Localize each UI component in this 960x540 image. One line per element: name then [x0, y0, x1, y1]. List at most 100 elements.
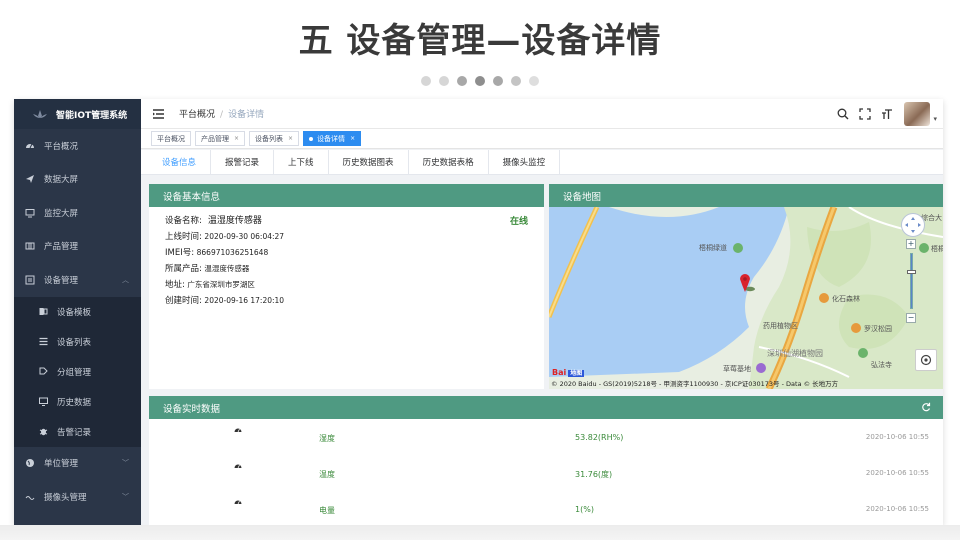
map-label: 梧桐绿道 — [699, 244, 727, 252]
map-label: 药用植物区 — [763, 322, 798, 330]
map-pan-control[interactable] — [901, 213, 925, 237]
sidebar-item-units[interactable]: 单位管理 ﹀ — [14, 447, 141, 481]
map-label: 罗汉松园 — [864, 325, 892, 333]
device-map-panel: 设备地图 综合大 梧桐绿道 梧桐 化石森林 罗汉松园 药用植物区 草莓基地 深圳… — [549, 184, 943, 389]
tab-online-offline[interactable]: 上下线 — [274, 150, 329, 174]
tag-products[interactable]: 产品管理 × — [195, 131, 246, 146]
map-label: 弘法寺 — [871, 361, 892, 369]
sidebar-subitem-list[interactable]: 设备列表 — [14, 327, 141, 357]
device-info-body: 在线 设备名称: 温湿度传感器 上线时间: 2020-09-30 06:04:27… — [149, 207, 544, 315]
device-icon — [24, 274, 35, 285]
info-value: 温湿度传感器 — [207, 216, 262, 226]
tab-camera-monitor[interactable]: 摄像头监控 — [489, 150, 561, 174]
tab-history-chart[interactable]: 历史数据图表 — [329, 150, 409, 174]
sidebar-subitem-group[interactable]: 分组管理 — [14, 357, 141, 387]
map-label: 深圳仙湖植物园 — [767, 349, 823, 358]
sidebar-item-products[interactable]: 产品管理 — [14, 230, 141, 264]
brand: 智能IOT管理系统 — [14, 99, 141, 129]
close-icon[interactable]: × — [350, 135, 355, 142]
info-value: 广东省深圳市罗湖区 — [187, 280, 255, 289]
header-actions: ▾ — [832, 99, 937, 129]
sidebar-item-label: 数据大屏 — [44, 175, 79, 186]
caret-down-icon[interactable]: ▾ — [933, 115, 937, 123]
baidu-logo-text: Bai — [552, 368, 567, 377]
slide-bottom-shadow — [0, 525, 960, 540]
close-icon[interactable]: × — [234, 135, 239, 142]
pager-dot[interactable] — [421, 76, 431, 86]
tab-history-table[interactable]: 历史数据表格 — [409, 150, 489, 174]
map-canvas[interactable]: 综合大 梧桐绿道 梧桐 化石森林 罗汉松园 药用植物区 草莓基地 深圳仙湖植物园… — [549, 207, 943, 389]
locate-icon — [920, 354, 932, 366]
pager-dot[interactable] — [529, 76, 539, 86]
zoom-in-button[interactable]: + — [906, 239, 916, 249]
locate-button[interactable] — [915, 349, 937, 371]
monitor-icon — [24, 207, 35, 218]
sidebar-subitem-history[interactable]: 历史数据 — [14, 387, 141, 417]
font-size-icon[interactable] — [880, 107, 894, 121]
globe-icon — [24, 458, 35, 469]
slide-pager-dots — [0, 76, 960, 88]
info-value: 866971036251648 — [196, 248, 269, 257]
realtime-name: 温度 — [319, 470, 335, 479]
baidu-logo-badge: 地图 — [568, 370, 585, 377]
sidebar-subitem-label: 历史数据 — [57, 397, 92, 408]
realtime-row: 温度 31.76(度) 2020-10-06 10:55 — [149, 455, 943, 491]
sidebar-item-cameras[interactable]: 摄像头管理 ﹀ — [14, 480, 141, 514]
menu-toggle-icon[interactable] — [153, 108, 165, 120]
gauge-icon — [234, 464, 242, 469]
active-dot-icon — [309, 136, 314, 141]
dashboard-icon — [24, 140, 35, 151]
info-row-created-time: 创建时间: 2020-09-16 17:20:10 — [165, 293, 528, 309]
search-icon[interactable] — [836, 107, 850, 121]
realtime-row: 电量 1(%) 2020-10-06 10:55 — [149, 491, 943, 525]
sidebar-subitem-label: 设备列表 — [57, 337, 92, 348]
breadcrumb-root[interactable]: 平台概况 — [179, 110, 215, 120]
pager-dot[interactable] — [475, 76, 485, 86]
info-label: 地址: — [165, 280, 185, 290]
realtime-time: 2020-10-06 10:55 — [865, 505, 929, 513]
pager-dot[interactable] — [457, 76, 467, 86]
send-icon — [24, 174, 35, 185]
breadcrumb-separator: / — [220, 110, 224, 120]
sidebar-item-monitor-screen[interactable]: 监控大屏 — [14, 196, 141, 230]
tag-overview[interactable]: 平台概况 — [151, 131, 191, 146]
pager-dot[interactable] — [439, 76, 449, 86]
tag-device-list[interactable]: 设备列表 × — [249, 131, 300, 146]
lotus-logo-icon — [33, 110, 47, 118]
detail-tabs: 设备信息 报警记录 上下线 历史数据图表 历史数据表格 摄像头监控 — [141, 150, 943, 175]
pager-dot[interactable] — [493, 76, 503, 86]
zoom-slider-thumb[interactable] — [906, 270, 916, 274]
sidebar-subitem-alarms[interactable]: 告警记录 — [14, 417, 141, 447]
gauge-icon — [234, 500, 242, 505]
info-value: 2020-09-30 06:04:27 — [204, 232, 285, 241]
map-label: 梧桐 — [931, 245, 943, 253]
zoom-out-button[interactable]: − — [906, 313, 916, 323]
tag-device-detail[interactable]: 设备详情 × — [303, 131, 362, 146]
zoom-slider[interactable] — [906, 253, 916, 309]
slide-title: 五 设备管理—设备详情 — [298, 21, 662, 61]
info-label: IMEI号: — [165, 248, 195, 258]
camera-icon — [24, 491, 35, 502]
panel-header: 设备实时数据 — [149, 396, 943, 419]
realtime-name: 湿度 — [319, 434, 335, 443]
sidebar-item-devices[interactable]: 设备管理 ︿ — [14, 263, 141, 297]
pager-dot[interactable] — [511, 76, 521, 86]
tab-device-info[interactable]: 设备信息 — [148, 150, 212, 174]
sidebar-subitem-template[interactable]: 设备模板 — [14, 297, 141, 327]
pan-arrows-icon — [905, 217, 921, 233]
panel-title: 设备地图 — [549, 184, 943, 207]
sidebar-subitem-label: 告警记录 — [57, 427, 92, 438]
sidebar-subitem-label: 分组管理 — [57, 367, 92, 378]
user-avatar[interactable] — [904, 102, 931, 126]
sidebar-item-data-screen[interactable]: 数据大屏 — [14, 163, 141, 197]
map-copyright: © 2020 Baidu - GS(2019)5218号 - 甲测资字11009… — [551, 380, 839, 388]
close-icon[interactable]: × — [288, 135, 293, 142]
info-label: 上线时间: — [165, 232, 202, 242]
sidebar: 智能IOT管理系统 平台概况 数据大屏 监控大屏 产品管理 设备管理 ︿ 设备模… — [14, 99, 141, 525]
sidebar-item-overview[interactable]: 平台概况 — [14, 129, 141, 163]
tag-label: 设备详情 — [317, 134, 346, 143]
refresh-icon[interactable] — [921, 402, 931, 412]
tab-alarm-records[interactable]: 报警记录 — [211, 150, 275, 174]
fullscreen-icon[interactable] — [858, 107, 872, 121]
grid-icon — [24, 241, 35, 252]
